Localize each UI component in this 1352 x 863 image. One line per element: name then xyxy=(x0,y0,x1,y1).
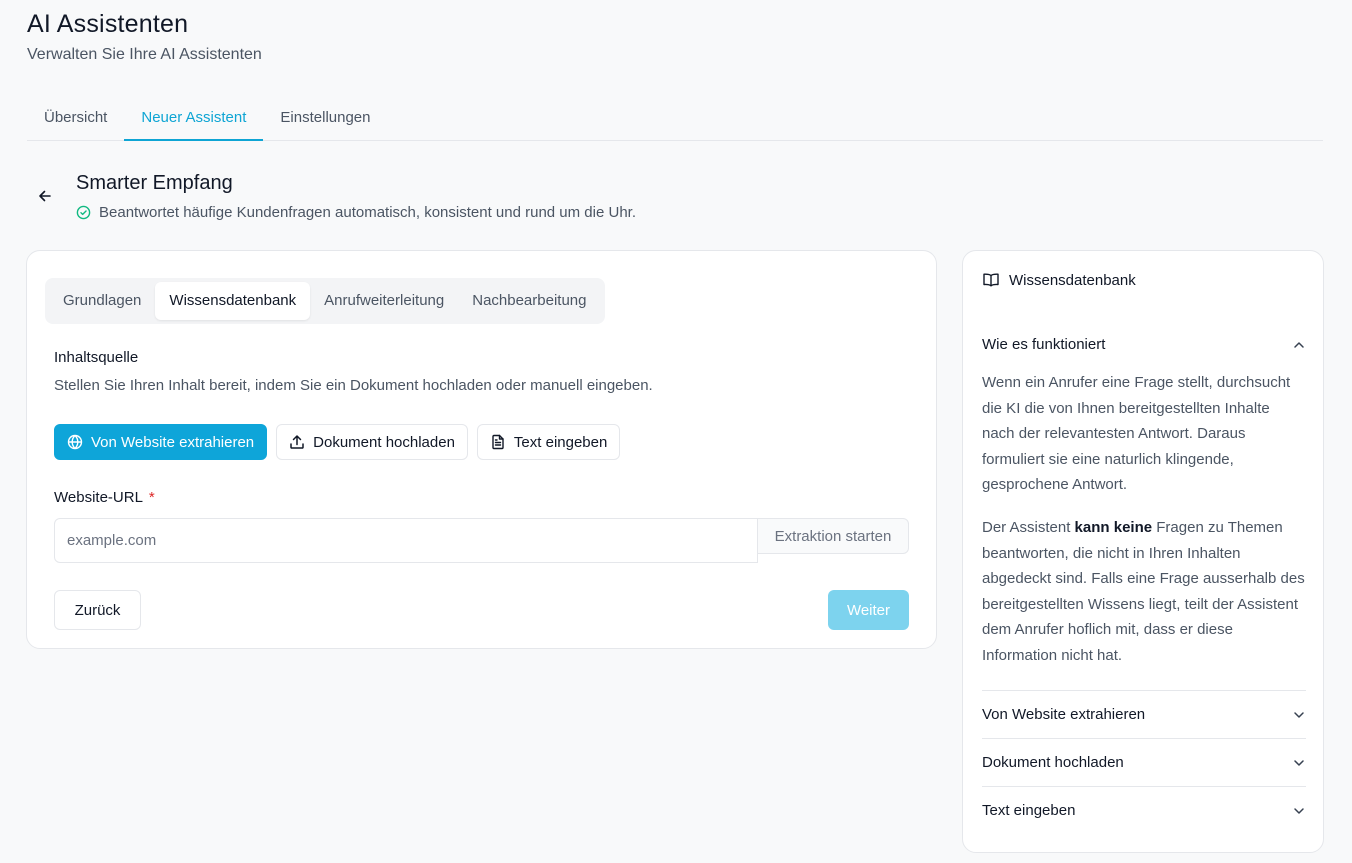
website-url-input[interactable] xyxy=(54,518,758,563)
how-it-works-p2-start: Der Assistent xyxy=(982,518,1075,536)
check-circle-icon xyxy=(76,205,91,220)
upload-icon xyxy=(290,435,304,449)
accordion-how-it-works-body: Wenn ein Anrufer eine Frage stellt, durc… xyxy=(982,370,1306,669)
start-extraction-button[interactable]: Extraktion starten xyxy=(758,518,909,554)
back-button[interactable]: Zurück xyxy=(54,590,141,630)
next-button[interactable]: Weiter xyxy=(828,590,909,630)
content-source-description: Stellen Sie Ihren Inhalt bereit, indem S… xyxy=(54,377,653,394)
accordion-how-it-works-title: Wie es funktioniert xyxy=(982,336,1106,353)
book-open-icon xyxy=(983,273,999,287)
back-arrow-button[interactable] xyxy=(34,185,56,207)
required-marker: * xyxy=(148,489,155,506)
subtab-basics[interactable]: Grundlagen xyxy=(49,282,155,320)
config-subtabs: Grundlagen Wissensdatenbank Anrufweiterl… xyxy=(45,278,605,324)
knowledge-base-card: Grundlagen Wissensdatenbank Anrufweiterl… xyxy=(26,250,937,649)
assistant-title: Smarter Empfang xyxy=(76,172,233,194)
chevron-down-icon xyxy=(1294,711,1304,718)
enter-text-button[interactable]: Text eingeben xyxy=(476,424,621,460)
assistant-description-row: Beantwortet häufige Kundenfragen automat… xyxy=(76,204,636,221)
upload-document-label: Dokument hochladen xyxy=(313,433,455,451)
accordion-how-it-works-header[interactable]: Wie es funktioniert xyxy=(982,336,1306,353)
upload-document-button[interactable]: Dokument hochladen xyxy=(276,424,468,460)
extract-website-button[interactable]: Von Website extrahieren xyxy=(54,424,268,460)
accordion-text-entry-title: Text eingeben xyxy=(982,802,1076,819)
subtab-post-processing[interactable]: Nachbearbeitung xyxy=(458,282,600,320)
assistant-description: Beantwortet häufige Kundenfragen automat… xyxy=(99,204,637,221)
page-subtitle: Verwalten Sie Ihre AI Assistenten xyxy=(27,46,262,63)
how-it-works-p2-end: Fragen zu Themen beantworten, die nicht … xyxy=(982,518,1305,664)
extract-website-label: Von Website extrahieren xyxy=(91,433,255,451)
tab-new-assistant[interactable]: Neuer Assistent xyxy=(124,96,264,141)
chevron-up-icon xyxy=(1294,341,1304,348)
website-url-label-text: Website-URL xyxy=(54,489,143,506)
sidebar-header: Wissensdatenbank xyxy=(982,271,1136,289)
accordion-website-extraction[interactable]: Von Website extrahieren xyxy=(982,690,1306,738)
enter-text-label: Text eingeben xyxy=(513,433,608,451)
how-it-works-p2-bold: kann keine xyxy=(1074,518,1153,536)
accordion-website-extraction-title: Von Website extrahieren xyxy=(982,706,1146,723)
content-source-label: Inhaltsquelle xyxy=(54,349,139,366)
website-url-label: Website-URL * xyxy=(54,489,155,506)
tab-settings[interactable]: Einstellungen xyxy=(263,96,387,141)
globe-icon xyxy=(67,434,83,450)
main-tabs: Übersicht Neuer Assistent Einstellungen xyxy=(27,96,1323,141)
help-sidebar: Wissensdatenbank Wie es funktioniert Wen… xyxy=(962,250,1324,853)
accordion-document-upload[interactable]: Dokument hochladen xyxy=(982,738,1306,786)
sidebar-title: Wissensdatenbank xyxy=(1009,271,1136,289)
how-it-works-paragraph-2: Der Assistent kann keine Fragen zu Theme… xyxy=(982,515,1306,669)
chevron-down-icon xyxy=(1294,807,1304,814)
chevron-down-icon xyxy=(1294,759,1304,766)
page-title: AI Assistenten xyxy=(27,10,189,38)
subtab-call-forwarding[interactable]: Anrufweiterleitung xyxy=(310,282,458,320)
accordion-text-entry[interactable]: Text eingeben xyxy=(982,786,1306,834)
tab-overview[interactable]: Übersicht xyxy=(27,96,124,141)
accordion-document-upload-title: Dokument hochladen xyxy=(982,754,1124,771)
source-buttons: Von Website extrahieren Dokument hochlad… xyxy=(54,424,621,460)
arrow-left-icon xyxy=(39,190,51,202)
how-it-works-paragraph-1: Wenn ein Anrufer eine Frage stellt, durc… xyxy=(982,374,1291,494)
subtab-knowledge-base[interactable]: Wissensdatenbank xyxy=(155,282,311,320)
document-text-icon xyxy=(492,434,504,450)
